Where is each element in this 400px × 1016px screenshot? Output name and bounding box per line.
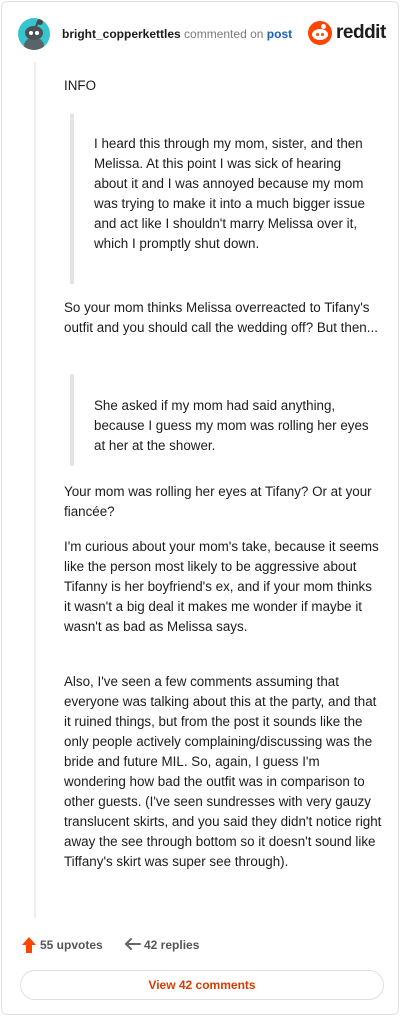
avatar[interactable] — [18, 18, 50, 50]
view-comments-button[interactable]: View 42 comments — [20, 970, 384, 1000]
quote-block-1: I heard this through my mom, sister, and… — [70, 114, 370, 284]
post-link[interactable]: post — [267, 27, 292, 41]
comment-paragraph-2: So your mom thinks Melissa overreacted t… — [64, 300, 378, 335]
comment-card: bright_copperkettles commented on post r… — [1, 1, 399, 1015]
upvote-arrow-icon[interactable] — [20, 936, 38, 954]
username[interactable]: bright_copperkettles — [62, 27, 181, 41]
upvote-count[interactable]: 55 upvotes — [40, 938, 103, 952]
comment-paragraph-3: Your mom was rolling her eyes at Tifany?… — [64, 484, 372, 519]
comment-header: bright_copperkettles commented on post r… — [16, 16, 386, 52]
quote-block-2: She asked if my mom had said anything, b… — [70, 374, 370, 466]
reply-count[interactable]: 42 replies — [144, 938, 199, 952]
comment-paragraph-4: I'm curious about your mom's take, becau… — [64, 539, 379, 634]
quote-text-2: She asked if my mom had said anything, b… — [94, 398, 369, 453]
reddit-wordmark: reddit — [336, 22, 386, 43]
comment-paragraph-5: Also, I've seen a few comments assuming … — [64, 674, 382, 869]
reddit-logo-icon — [308, 21, 332, 45]
reply-arrow-icon[interactable] — [124, 936, 142, 954]
comment-meta: bright_copperkettles commented on post — [62, 27, 292, 41]
reddit-brand[interactable]: reddit — [308, 20, 386, 48]
commented-on-text: commented on — [184, 27, 264, 41]
quote-text-1: I heard this through my mom, sister, and… — [94, 136, 365, 251]
thread-line — [34, 62, 36, 918]
comment-info: INFO — [64, 78, 96, 93]
